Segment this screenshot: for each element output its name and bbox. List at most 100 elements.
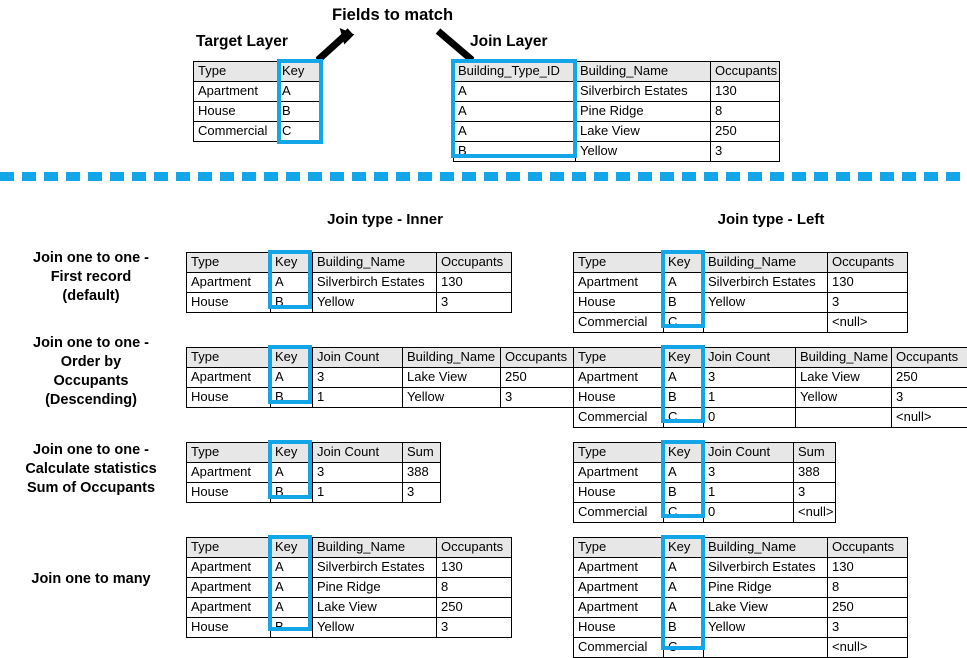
cell: C [664, 503, 704, 523]
cell: Yellow [313, 618, 437, 638]
table-row: Apartment A 3 Lake View 250 [187, 368, 576, 388]
cell: 250 [501, 368, 576, 388]
column-header: Occupants [828, 253, 908, 273]
row-label-line: (default) [0, 287, 182, 306]
table-header-row: Type Key Building_Name Occupants [187, 253, 512, 273]
cell: House [574, 293, 664, 313]
inner-first-record-table: Type Key Building_Name Occupants Apartme… [186, 252, 512, 313]
cell: House [574, 618, 664, 638]
cell: Pine Ridge [313, 578, 437, 598]
column-header: Join Count [704, 348, 796, 368]
column-header: Type [574, 348, 664, 368]
cell: A [664, 368, 704, 388]
table-header-row: Type Key Building_Name Occupants [187, 538, 512, 558]
column-header: Type [574, 253, 664, 273]
cell: <null> [828, 313, 908, 333]
row-label-line: Join one to many [0, 570, 182, 589]
cell: A [278, 82, 322, 102]
cell: Commercial [194, 122, 278, 142]
cell: Apartment [574, 578, 664, 598]
cell: Apartment [187, 578, 271, 598]
column-header: Key [664, 348, 704, 368]
row-label-line: First record [0, 268, 182, 287]
cell: Yellow [796, 388, 892, 408]
cell: B [278, 102, 322, 122]
table-row: House B [194, 102, 322, 122]
table-row: Commercial C 0 <null> [574, 503, 836, 523]
cell: Apartment [187, 368, 271, 388]
fields-to-match-label: Fields to match [332, 6, 453, 25]
table-row: B Yellow 3 [454, 142, 780, 162]
table-row: A Pine Ridge 8 [454, 102, 780, 122]
cell: Apartment [187, 273, 271, 293]
target-layer-table: Type Key Apartment A House B Commercial … [193, 61, 322, 142]
table-header-row: Type Key Join Count Sum [574, 443, 836, 463]
column-header: Building_Name [796, 348, 892, 368]
cell: C [664, 313, 704, 333]
column-header: Building_Name [313, 538, 437, 558]
cell: 3 [892, 388, 967, 408]
column-header: Type [194, 62, 278, 82]
cell: Apartment [187, 598, 271, 618]
cell: <null> [828, 638, 908, 658]
cell: 8 [828, 578, 908, 598]
cell: House [187, 388, 271, 408]
cell: 3 [313, 368, 403, 388]
cell: 388 [794, 463, 836, 483]
cell: Silverbirch Estates [704, 558, 828, 578]
cell: B [271, 618, 313, 638]
column-header: Type [187, 538, 271, 558]
column-header: Occupants [437, 253, 512, 273]
cell [704, 313, 828, 333]
cell: Apartment [574, 368, 664, 388]
cell: A [454, 82, 576, 102]
cell: Apartment [187, 463, 271, 483]
table-header-row: Type Key Join Count Building_Name Occupa… [187, 348, 576, 368]
row-label-order-by-occupants: Join one to one - Order by Occupants (De… [0, 334, 182, 410]
left-one-to-many-table: Type Key Building_Name Occupants Apartme… [573, 537, 908, 658]
row-label-line: Join one to one - [0, 249, 182, 268]
cell: B [664, 483, 704, 503]
column-header: Occupants [711, 62, 780, 82]
cell: 130 [828, 273, 908, 293]
cell: 130 [437, 273, 512, 293]
row-label-line: Calculate statistics [0, 460, 182, 479]
cell: Pine Ridge [704, 578, 828, 598]
table-row: A Lake View 250 [454, 122, 780, 142]
cell: B [271, 388, 313, 408]
table-row: Apartment A 3 388 [187, 463, 441, 483]
cell: B [271, 293, 313, 313]
cell: Yellow [313, 293, 437, 313]
table-row: House B 1 Yellow 3 [574, 388, 967, 408]
table-row: Apartment A Lake View 250 [574, 598, 908, 618]
table-row: Apartment A [194, 82, 322, 102]
table-row: Apartment A 3 388 [574, 463, 836, 483]
cell: House [194, 102, 278, 122]
cell: Lake View [313, 598, 437, 618]
column-header: Building_Name [403, 348, 501, 368]
join-type-inner-title: Join type - Inner [258, 211, 512, 228]
column-header: Type [574, 538, 664, 558]
column-header: Join Count [313, 443, 403, 463]
table-row: Apartment A Silverbirch Estates 130 [187, 558, 512, 578]
cell: 8 [437, 578, 512, 598]
cell [796, 408, 892, 428]
table-header-row: Building_Type_ID Building_Name Occupants [454, 62, 780, 82]
cell: 250 [711, 122, 780, 142]
cell: 1 [704, 388, 796, 408]
table-row: House B 1 Yellow 3 [187, 388, 576, 408]
cell: Apartment [574, 463, 664, 483]
table-row: Commercial C <null> [574, 638, 908, 658]
table-row: House B Yellow 3 [574, 618, 908, 638]
cell: Silverbirch Estates [576, 82, 711, 102]
cell: B [664, 618, 704, 638]
column-header: Key [271, 253, 313, 273]
cell: House [187, 483, 271, 503]
cell: 3 [704, 463, 794, 483]
cell: House [187, 618, 271, 638]
row-label-line: (Descending) [0, 391, 182, 410]
cell: 3 [794, 483, 836, 503]
column-header: Type [574, 443, 664, 463]
column-header: Sum [794, 443, 836, 463]
cell: Silverbirch Estates [704, 273, 828, 293]
